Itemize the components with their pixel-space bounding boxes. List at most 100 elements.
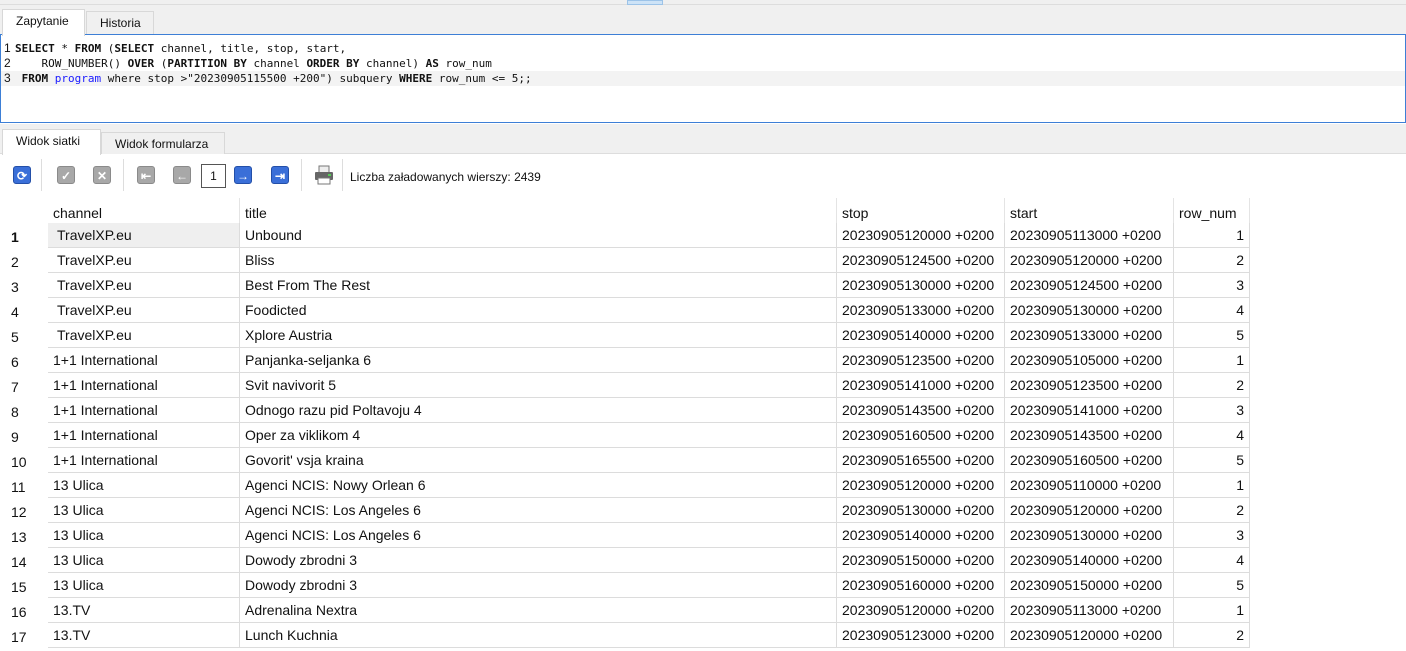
cell-start[interactable]: 20230905130000 +0200 bbox=[1005, 298, 1174, 323]
cell-start[interactable]: 20230905130000 +0200 bbox=[1005, 523, 1174, 548]
cell-title[interactable]: Agenci NCIS: Los Angeles 6 bbox=[240, 498, 837, 523]
cell-channel[interactable]: TravelXP.eu bbox=[48, 298, 240, 323]
first-page-icon[interactable]: ⇤ bbox=[137, 166, 155, 184]
cell-row-num[interactable]: 5 bbox=[1174, 448, 1250, 473]
cell-start[interactable]: 20230905141000 +0200 bbox=[1005, 398, 1174, 423]
cell-row-num[interactable]: 2 bbox=[1174, 373, 1250, 398]
cell-row-num[interactable]: 5 bbox=[1174, 323, 1250, 348]
last-page-icon[interactable]: ⇥ bbox=[271, 166, 289, 184]
tab-grid-view[interactable]: Widok siatki bbox=[2, 129, 101, 155]
cell-title[interactable]: Odnogo razu pid Poltavoju 4 bbox=[240, 398, 837, 423]
cell-row-num[interactable]: 2 bbox=[1174, 498, 1250, 523]
prev-page-icon[interactable]: ← bbox=[173, 166, 191, 184]
print-icon[interactable] bbox=[314, 165, 334, 185]
cell-title[interactable]: Oper za viklikom 4 bbox=[240, 423, 837, 448]
cell-stop[interactable]: 20230905124500 +0200 bbox=[837, 248, 1005, 273]
cell-row-num[interactable]: 3 bbox=[1174, 523, 1250, 548]
cell-start[interactable]: 20230905133000 +0200 bbox=[1005, 323, 1174, 348]
table-row[interactable]: 9 1+1 International Oper za viklikom 4 2023… bbox=[0, 423, 1250, 448]
table-row[interactable]: 4 TravelXP.eu Foodicted 20230905133000 +020… bbox=[0, 298, 1250, 323]
cell-stop[interactable]: 20230905120000 +0200 bbox=[837, 223, 1005, 248]
tab-historia[interactable]: Historia bbox=[86, 11, 154, 35]
cell-row-num[interactable]: 5 bbox=[1174, 573, 1250, 598]
cell-start[interactable]: 20230905140000 +0200 bbox=[1005, 548, 1174, 573]
cell-stop[interactable]: 20230905130000 +0200 bbox=[837, 498, 1005, 523]
cell-stop[interactable]: 20230905141000 +0200 bbox=[837, 373, 1005, 398]
cell-channel[interactable]: 1+1 International bbox=[48, 373, 240, 398]
cell-row-num[interactable]: 4 bbox=[1174, 548, 1250, 573]
table-row[interactable]: 8 1+1 International Odnogo razu pid Poltav… bbox=[0, 398, 1250, 423]
column-header-start[interactable]: start bbox=[1005, 198, 1174, 223]
cell-start[interactable]: 20230905120000 +0200 bbox=[1005, 248, 1174, 273]
cell-start[interactable]: 20230905120000 +0200 bbox=[1005, 623, 1174, 648]
cell-channel[interactable]: 1+1 International bbox=[48, 423, 240, 448]
cell-stop[interactable]: 20230905160000 +0200 bbox=[837, 573, 1005, 598]
table-row[interactable]: 17 13.TV Lunch Kuchnia 20230905123000 +0200… bbox=[0, 623, 1250, 648]
cell-row-num[interactable]: 4 bbox=[1174, 423, 1250, 448]
table-row[interactable]: 15 13 Ulica Dowody zbrodni 3 20230905160000… bbox=[0, 573, 1250, 598]
cell-channel[interactable]: 13 Ulica bbox=[48, 498, 240, 523]
cell-start[interactable]: 20230905110000 +0200 bbox=[1005, 473, 1174, 498]
cell-row-num[interactable]: 4 bbox=[1174, 298, 1250, 323]
cell-channel[interactable]: 13 Ulica bbox=[48, 573, 240, 598]
cell-start[interactable]: 20230905124500 +0200 bbox=[1005, 273, 1174, 298]
cell-channel[interactable]: TravelXP.eu bbox=[48, 273, 240, 298]
cell-row-num[interactable]: 2 bbox=[1174, 248, 1250, 273]
cell-title[interactable]: Agenci NCIS: Nowy Orlean 6 bbox=[240, 473, 837, 498]
cell-row-num[interactable]: 1 bbox=[1174, 223, 1250, 248]
refresh-icon[interactable]: ⟳ bbox=[13, 166, 31, 184]
column-header-title[interactable]: title bbox=[240, 198, 837, 223]
cell-stop[interactable]: 20230905120000 +0200 bbox=[837, 473, 1005, 498]
cell-channel[interactable]: 13 Ulica bbox=[48, 523, 240, 548]
cell-channel[interactable]: 13.TV bbox=[48, 623, 240, 648]
cell-title[interactable]: Foodicted bbox=[240, 298, 837, 323]
next-page-icon[interactable]: → bbox=[234, 166, 252, 184]
cell-stop[interactable]: 20230905130000 +0200 bbox=[837, 273, 1005, 298]
table-row[interactable]: 1 TravelXP.eu Unbound 20230905120000 +0200 2… bbox=[0, 223, 1250, 248]
cell-start[interactable]: 20230905160500 +0200 bbox=[1005, 448, 1174, 473]
cell-title[interactable]: Best From The Rest bbox=[240, 273, 837, 298]
table-row[interactable]: 11 13 Ulica Agenci NCIS: Nowy Orlean 6 2023… bbox=[0, 473, 1250, 498]
cell-stop[interactable]: 20230905143500 +0200 bbox=[837, 398, 1005, 423]
cell-start[interactable]: 20230905150000 +0200 bbox=[1005, 573, 1174, 598]
cell-stop[interactable]: 20230905150000 +0200 bbox=[837, 548, 1005, 573]
tab-zapytanie[interactable]: Zapytanie bbox=[2, 9, 85, 36]
column-header-stop[interactable]: stop bbox=[837, 198, 1005, 223]
page-number-input[interactable]: 1 bbox=[201, 164, 226, 188]
cell-stop[interactable]: 20230905120000 +0200 bbox=[837, 598, 1005, 623]
cell-start[interactable]: 20230905123500 +0200 bbox=[1005, 373, 1174, 398]
cell-start[interactable]: 20230905113000 +0200 bbox=[1005, 223, 1174, 248]
cell-stop[interactable]: 20230905165500 +0200 bbox=[837, 448, 1005, 473]
cell-row-num[interactable]: 3 bbox=[1174, 273, 1250, 298]
cell-channel[interactable]: 1+1 International bbox=[48, 398, 240, 423]
cell-start[interactable]: 20230905113000 +0200 bbox=[1005, 598, 1174, 623]
cell-title[interactable]: Svit navivorit 5 bbox=[240, 373, 837, 398]
table-row[interactable]: 7 1+1 International Svit navivorit 5 202309… bbox=[0, 373, 1250, 398]
tab-form-view[interactable]: Widok formularza bbox=[101, 132, 225, 154]
table-row[interactable]: 2 TravelXP.eu Bliss 20230905124500 +0200 202… bbox=[0, 248, 1250, 273]
cell-row-num[interactable]: 1 bbox=[1174, 473, 1250, 498]
table-row[interactable]: 5 TravelXP.eu Xplore Austria 20230905140000… bbox=[0, 323, 1250, 348]
cell-title[interactable]: Agenci NCIS: Los Angeles 6 bbox=[240, 523, 837, 548]
cell-stop[interactable]: 20230905140000 +0200 bbox=[837, 523, 1005, 548]
cell-start[interactable]: 20230905143500 +0200 bbox=[1005, 423, 1174, 448]
table-row[interactable]: 16 13.TV Adrenalina Nextra 20230905120000 +… bbox=[0, 598, 1250, 623]
cell-channel[interactable]: 13.TV bbox=[48, 598, 240, 623]
table-row[interactable]: 3 TravelXP.eu Best From The Rest 2023090513… bbox=[0, 273, 1250, 298]
cell-row-num[interactable]: 1 bbox=[1174, 348, 1250, 373]
cell-title[interactable]: Govorit' vsja kraina bbox=[240, 448, 837, 473]
cell-stop[interactable]: 20230905140000 +0200 bbox=[837, 323, 1005, 348]
table-row[interactable]: 12 13 Ulica Agenci NCIS: Los Angeles 6 2023… bbox=[0, 498, 1250, 523]
cell-channel[interactable]: TravelXP.eu bbox=[48, 248, 240, 273]
table-row[interactable]: 6 1+1 International Panjanka-seljanka 6 202… bbox=[0, 348, 1250, 373]
cell-stop[interactable]: 20230905160500 +0200 bbox=[837, 423, 1005, 448]
table-row[interactable]: 10 1+1 International Govorit' vsja kraina 2… bbox=[0, 448, 1250, 473]
cell-start[interactable]: 20230905120000 +0200 bbox=[1005, 498, 1174, 523]
sql-editor[interactable]: 1 SELECT * FROM (SELECT channel, title, s… bbox=[0, 34, 1406, 123]
cell-title[interactable]: Dowody zbrodni 3 bbox=[240, 573, 837, 598]
table-row[interactable]: 14 13 Ulica Dowody zbrodni 3 20230905150000… bbox=[0, 548, 1250, 573]
cell-stop[interactable]: 20230905123000 +0200 bbox=[837, 623, 1005, 648]
cell-channel[interactable]: 1+1 International bbox=[48, 448, 240, 473]
cell-row-num[interactable]: 1 bbox=[1174, 598, 1250, 623]
cancel-x-icon[interactable]: ✕ bbox=[93, 166, 111, 184]
